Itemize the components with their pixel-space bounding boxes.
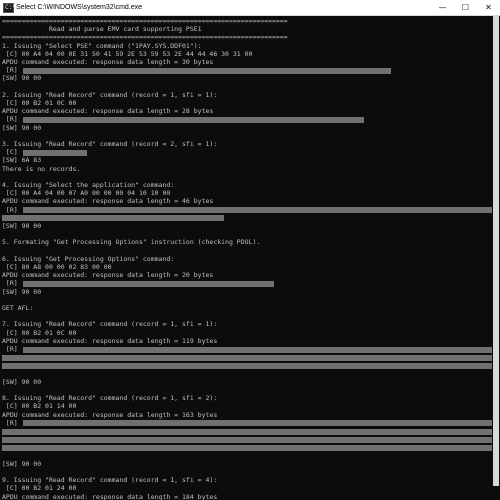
console-output[interactable]: ========================================… [2, 16, 492, 500]
cmd-app-icon[interactable]: C:\ [3, 3, 16, 13]
close-button[interactable]: ✕ [477, 0, 500, 15]
console-line: APDU command executed: response data len… [2, 197, 214, 206]
console-line: [SW] 90 00 [2, 287, 42, 296]
console-line: APDU command executed: response data len… [2, 492, 218, 500]
minimize-button[interactable]: — [431, 0, 454, 15]
cmd-window: C:\ Select C:\WINDOWS\system32\cmd.exe —… [0, 0, 500, 500]
console-line: [SW] 90 00 [2, 459, 42, 468]
redacted-response-data [23, 207, 492, 214]
redacted-response-data [23, 67, 391, 74]
cmd-app-icon-glyph: C:\ [5, 4, 16, 11]
console-line: APDU command executed: response data len… [2, 107, 214, 116]
redacted-response-data [23, 346, 492, 353]
scrollbar-thumb[interactable] [493, 16, 499, 486]
console-line: [SW] 90 00 [2, 123, 42, 132]
console-line: 5. Formating "Get Processing Options" in… [2, 238, 261, 247]
console-line: [R] [2, 205, 22, 214]
console-line: APDU command executed: response data len… [2, 58, 214, 66]
redacted-response-data [2, 444, 492, 451]
window-title: Select C:\WINDOWS\system32\cmd.exe [16, 4, 143, 11]
console-line: APDU command executed: response data len… [2, 410, 218, 419]
console-line: APDU command executed: response data len… [2, 271, 214, 280]
redacted-response-data [23, 149, 87, 156]
redacted-response-data [2, 436, 492, 443]
redacted-response-data [2, 215, 224, 222]
console-line: [SW] 90 00 [2, 377, 42, 386]
console-line: [R] [2, 418, 22, 427]
title-bar[interactable]: C:\ Select C:\WINDOWS\system32\cmd.exe —… [0, 0, 500, 16]
redacted-response-data [2, 362, 492, 369]
console-line: APDU command executed: response data len… [2, 336, 218, 345]
vertical-scrollbar[interactable] [492, 16, 500, 500]
redacted-response-data [23, 280, 274, 287]
console-line: [R] [2, 345, 22, 353]
redacted-response-data [2, 428, 492, 435]
redacted-response-data [23, 116, 364, 123]
console-line: 3. Issuing "Read Record" command (record… [2, 140, 218, 148]
console-line: There is no records. [2, 164, 81, 173]
redacted-response-data [23, 420, 492, 427]
console-line: [SW] 90 00 [2, 222, 42, 230]
redacted-response-data [2, 354, 492, 361]
console-line: GET AFL: [2, 304, 34, 312]
maximize-button[interactable]: ☐ [454, 0, 477, 15]
console-line: [SW] 90 00 [2, 74, 42, 83]
